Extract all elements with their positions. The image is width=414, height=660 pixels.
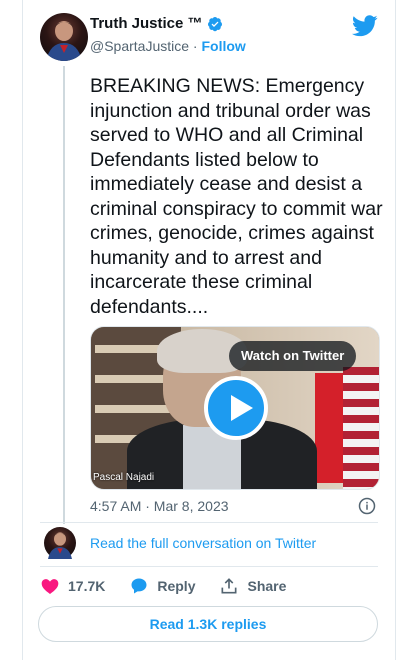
author-handle-row: @SpartaJustice · Follow xyxy=(90,38,246,54)
share-button[interactable]: Share xyxy=(219,576,286,596)
author-name-row[interactable]: Truth Justice ™ xyxy=(90,15,223,32)
verified-badge-icon xyxy=(207,16,222,31)
reply-label: Reply xyxy=(157,578,196,594)
handle-separator: · xyxy=(189,38,202,54)
avatar-figure-small xyxy=(48,532,72,559)
reply-button[interactable]: Reply xyxy=(129,576,195,596)
author-display-name[interactable]: Truth Justice ™ xyxy=(90,15,203,32)
play-icon[interactable] xyxy=(204,376,268,440)
tweet-text: BREAKING NEWS: Emergency injunction and … xyxy=(90,75,388,318)
video-caption: Pascal Najadi xyxy=(93,472,155,483)
conversation-avatar[interactable] xyxy=(44,527,76,559)
watch-on-twitter-button[interactable]: Watch on Twitter xyxy=(229,341,357,371)
video-media[interactable]: Pascal Najadi Watch on Twitter xyxy=(90,326,380,490)
share-icon xyxy=(221,578,237,594)
divider-bottom xyxy=(40,566,378,567)
info-icon[interactable] xyxy=(358,497,376,515)
author-handle[interactable]: @SpartaJustice xyxy=(90,38,189,54)
divider-top xyxy=(40,522,378,523)
avatar-figure xyxy=(46,21,82,61)
share-label: Share xyxy=(247,578,287,594)
like-count: 17.7K xyxy=(68,578,106,594)
action-bar: 17.7K Reply Share xyxy=(40,576,310,596)
read-conversation-link[interactable]: Read the full conversation on Twitter xyxy=(90,535,316,551)
read-replies-button[interactable]: Read 1.3K replies xyxy=(38,606,378,642)
tweet-timestamp[interactable]: 4:57 AM · Mar 8, 2023 xyxy=(90,498,229,514)
reply-bubble-icon xyxy=(131,578,147,594)
twitter-bird-icon[interactable] xyxy=(352,15,378,37)
like-button[interactable]: 17.7K xyxy=(40,576,105,596)
us-flag xyxy=(343,367,379,489)
follow-button[interactable]: Follow xyxy=(202,38,246,54)
thread-line xyxy=(63,66,65,524)
author-avatar[interactable] xyxy=(40,13,88,61)
heart-icon xyxy=(41,579,59,594)
